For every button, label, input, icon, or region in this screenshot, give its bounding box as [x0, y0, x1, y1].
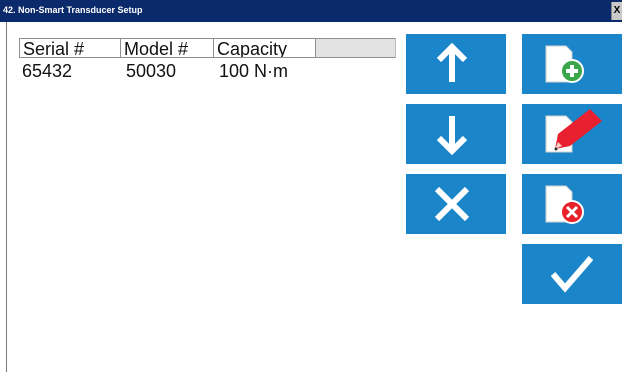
cell-model: 50030 — [126, 61, 177, 81]
cell-capacity: 100 N·m — [219, 61, 289, 81]
document-delete-icon — [545, 185, 584, 224]
window-left-border — [6, 22, 7, 372]
window-title: 42. Non-Smart Transducer Setup — [3, 5, 143, 15]
x-icon — [434, 186, 470, 222]
table-row[interactable]: 65432 50030 100 N·m — [19, 60, 396, 82]
arrow-up-icon — [436, 42, 468, 82]
document-edit-icon — [545, 109, 602, 153]
transducer-setup-window: 42. Non-Smart Transducer Setup X Serial … — [0, 0, 622, 376]
cell-serial: 65432 — [22, 61, 73, 81]
close-button[interactable]: X — [611, 2, 622, 20]
column-header-model[interactable]: Model # — [121, 38, 214, 58]
arrow-down-icon — [436, 116, 468, 156]
column-header-capacity[interactable]: Capacity — [214, 38, 316, 58]
column-header-serial[interactable]: Serial # — [19, 38, 121, 58]
document-add-icon — [545, 45, 584, 83]
column-header-filler — [316, 38, 396, 58]
delete-button[interactable] — [522, 174, 622, 234]
edit-button[interactable] — [522, 104, 622, 164]
move-up-button[interactable] — [406, 34, 506, 94]
list-header: Serial # Model # Capacity — [19, 38, 396, 60]
checkmark-icon — [550, 256, 594, 293]
confirm-button[interactable] — [522, 244, 622, 304]
remove-button[interactable] — [406, 174, 506, 234]
title-bar: 42. Non-Smart Transducer Setup X — [0, 0, 622, 22]
transducer-list[interactable]: Serial # Model # Capacity 65432 50030 10… — [19, 38, 396, 372]
add-button[interactable] — [522, 34, 622, 94]
move-down-button[interactable] — [406, 104, 506, 164]
